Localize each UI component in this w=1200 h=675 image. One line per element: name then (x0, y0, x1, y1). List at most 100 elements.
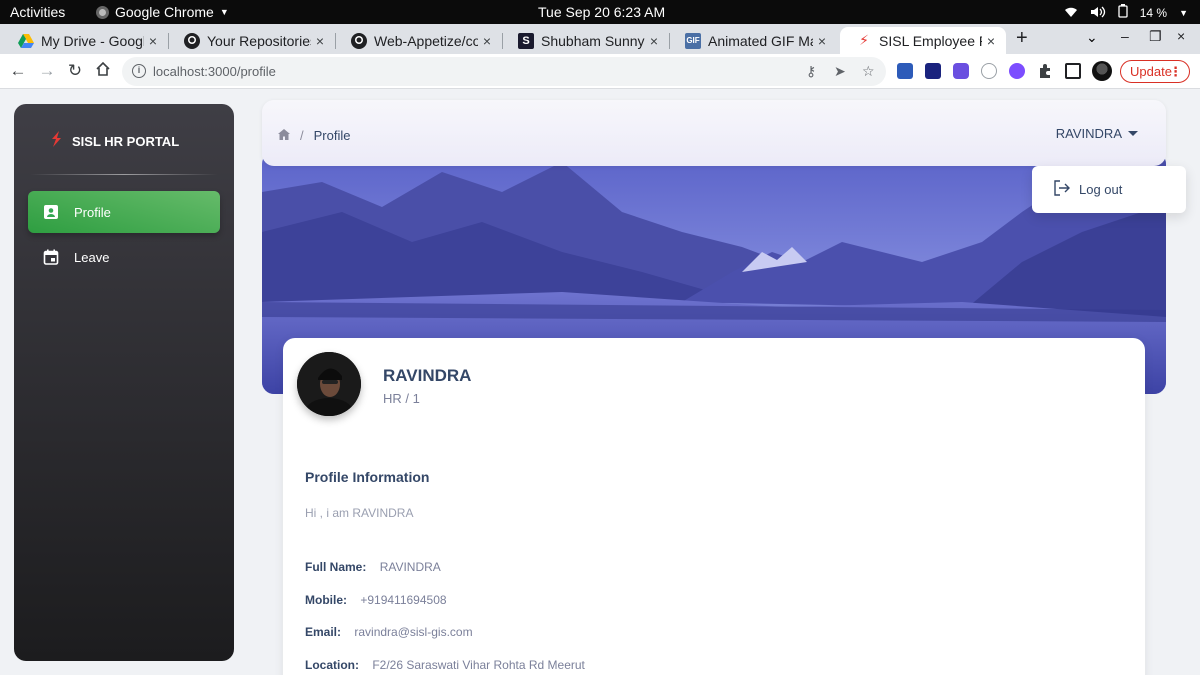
extension-2-icon[interactable] (925, 63, 941, 79)
page-viewport: SISL HR PORTAL Profile Leave / Profile R… (0, 90, 1200, 675)
top-navbar: / Profile RAVINDRA (262, 100, 1166, 166)
badge-icon (43, 204, 59, 220)
home-icon[interactable] (278, 128, 290, 143)
browser-profile-avatar[interactable] (1092, 61, 1112, 81)
battery-icon (1118, 4, 1128, 21)
sidebar-item-leave[interactable]: Leave (28, 236, 220, 278)
system-top-bar: Activities Google Chrome ▼ Tue Sep 20 6:… (0, 0, 1200, 24)
address-bar[interactable]: i localhost:3000/profile ⚷ ➤ ☆ (122, 57, 886, 86)
extension-3-icon[interactable] (953, 63, 969, 79)
field-value: RAVINDRA (379, 560, 441, 574)
field-email: Email: ravindra@sisl-gis.com (305, 625, 473, 639)
profile-role: HR / 1 (383, 391, 420, 406)
github-icon (184, 32, 200, 49)
home-button[interactable] (93, 61, 113, 81)
close-icon[interactable]: × (813, 33, 831, 49)
profile-name: RAVINDRA (383, 366, 472, 385)
window-close-button[interactable]: × (1177, 28, 1185, 44)
sidebar-item-profile[interactable]: Profile (28, 191, 220, 233)
back-button[interactable]: ← (8, 61, 28, 81)
tab-animated-gif[interactable]: GIF Animated GIF Mak × (669, 27, 837, 54)
url-text: localhost:3000/profile (153, 64, 276, 79)
site-logo-icon: S (518, 32, 534, 49)
chevron-down-icon: ▼ (219, 7, 229, 17)
minimize-button[interactable]: – (1121, 28, 1129, 44)
tab-your-repositories[interactable]: Your Repositories × (168, 27, 336, 54)
reload-button[interactable]: ↻ (65, 61, 85, 81)
volume-icon (1090, 5, 1106, 21)
app-name: Google Chrome (115, 4, 214, 20)
send-icon[interactable]: ➤ (834, 63, 846, 80)
close-icon[interactable]: × (144, 33, 162, 49)
chrome-icon (96, 5, 109, 19)
calendar-icon (43, 249, 59, 265)
field-label: Location: (305, 658, 359, 672)
logout-menu-item[interactable]: Log out (1079, 182, 1122, 197)
avatar (297, 352, 361, 416)
update-label: Update (1130, 64, 1172, 79)
field-value: +919411694508 (360, 593, 447, 607)
sidebar-item-label: Leave (74, 249, 110, 265)
bookmark-star-icon[interactable]: ☆ (862, 63, 875, 80)
tab-label: Your Repositories (207, 32, 311, 49)
sisl-logo-icon (50, 131, 62, 152)
user-name: RAVINDRA (1055, 126, 1122, 141)
logout-icon (1032, 180, 1079, 199)
field-location: Location: F2/26 Saraswati Vihar Rohta Rd… (305, 658, 585, 672)
github-icon (351, 32, 367, 49)
restore-button[interactable]: ❐ (1149, 28, 1162, 45)
tab-label: Shubham Sunny | D (541, 32, 645, 49)
tab-sisl-employee[interactable]: ⚡ SISL Employee Por × (840, 27, 1006, 54)
site-info-icon[interactable]: i (132, 64, 146, 78)
more-menu-icon: ⋮ (1169, 64, 1182, 79)
google-drive-icon (18, 33, 34, 49)
tab-my-drive[interactable]: My Drive - Google × (2, 27, 169, 54)
profile-card: RAVINDRA HR / 1 Profile Information Hi ,… (283, 338, 1145, 675)
extension-1-icon[interactable] (897, 63, 913, 79)
tab-web-appetize[interactable]: Web-Appetize/con × (335, 27, 503, 54)
extension-4-icon[interactable] (981, 63, 997, 79)
field-value: ravindra@sisl-gis.com (354, 625, 473, 639)
user-dropdown-menu: Log out (1032, 166, 1186, 213)
clock[interactable]: Tue Sep 20 6:23 AM (538, 4, 665, 20)
update-button[interactable]: Update ⋮ (1120, 60, 1190, 83)
tab-label: Animated GIF Mak (708, 32, 813, 49)
new-tab-button[interactable]: + (1016, 27, 1028, 50)
side-panel-icon[interactable] (1065, 63, 1081, 79)
field-mobile: Mobile: +919411694508 (305, 593, 447, 607)
field-label: Email: (305, 625, 342, 639)
forward-button[interactable]: → (37, 61, 57, 81)
chevron-down-icon: ▼ (1179, 7, 1188, 18)
key-icon[interactable]: ⚷ (806, 63, 816, 80)
brand[interactable]: SISL HR PORTAL (50, 131, 179, 152)
close-icon[interactable]: × (478, 33, 496, 49)
extension-5-icon[interactable] (1009, 63, 1025, 79)
extensions-puzzle-icon[interactable] (1037, 63, 1053, 79)
sidebar-item-label: Profile (74, 204, 111, 220)
field-full-name: Full Name: RAVINDRA (305, 560, 441, 574)
caret-down-icon (1128, 131, 1138, 136)
tab-label: Web-Appetize/con (374, 32, 478, 49)
gif-maker-icon: GIF (685, 32, 701, 49)
sidebar-divider (30, 174, 218, 175)
tab-shubham-sunny[interactable]: S Shubham Sunny | D × (502, 27, 670, 54)
system-tray[interactable]: 14 % ▼ (1064, 4, 1188, 21)
breadcrumb: / Profile (278, 128, 350, 143)
tab-label: SISL Employee Por (879, 32, 982, 49)
tab-search-chevron-icon[interactable]: ⌄ (1086, 29, 1098, 46)
activities-button[interactable]: Activities (10, 4, 65, 20)
field-label: Full Name: (305, 560, 367, 574)
profile-bio: Hi , i am RAVINDRA (305, 506, 414, 520)
close-icon[interactable]: × (645, 33, 663, 49)
user-menu-toggle[interactable]: RAVINDRA (1056, 126, 1138, 141)
section-title: Profile Information (305, 469, 430, 485)
breadcrumb-separator: / (300, 128, 304, 143)
close-icon[interactable]: × (311, 33, 329, 49)
field-label: Mobile: (305, 593, 347, 607)
app-menu[interactable]: Google Chrome ▼ (96, 4, 229, 20)
breadcrumb-current: Profile (313, 128, 351, 143)
sisl-icon: ⚡ (859, 32, 869, 48)
close-icon[interactable]: × (982, 33, 1000, 49)
tab-label: My Drive - Google (41, 32, 144, 49)
field-value: F2/26 Saraswati Vihar Rohta Rd Meerut (372, 658, 585, 672)
